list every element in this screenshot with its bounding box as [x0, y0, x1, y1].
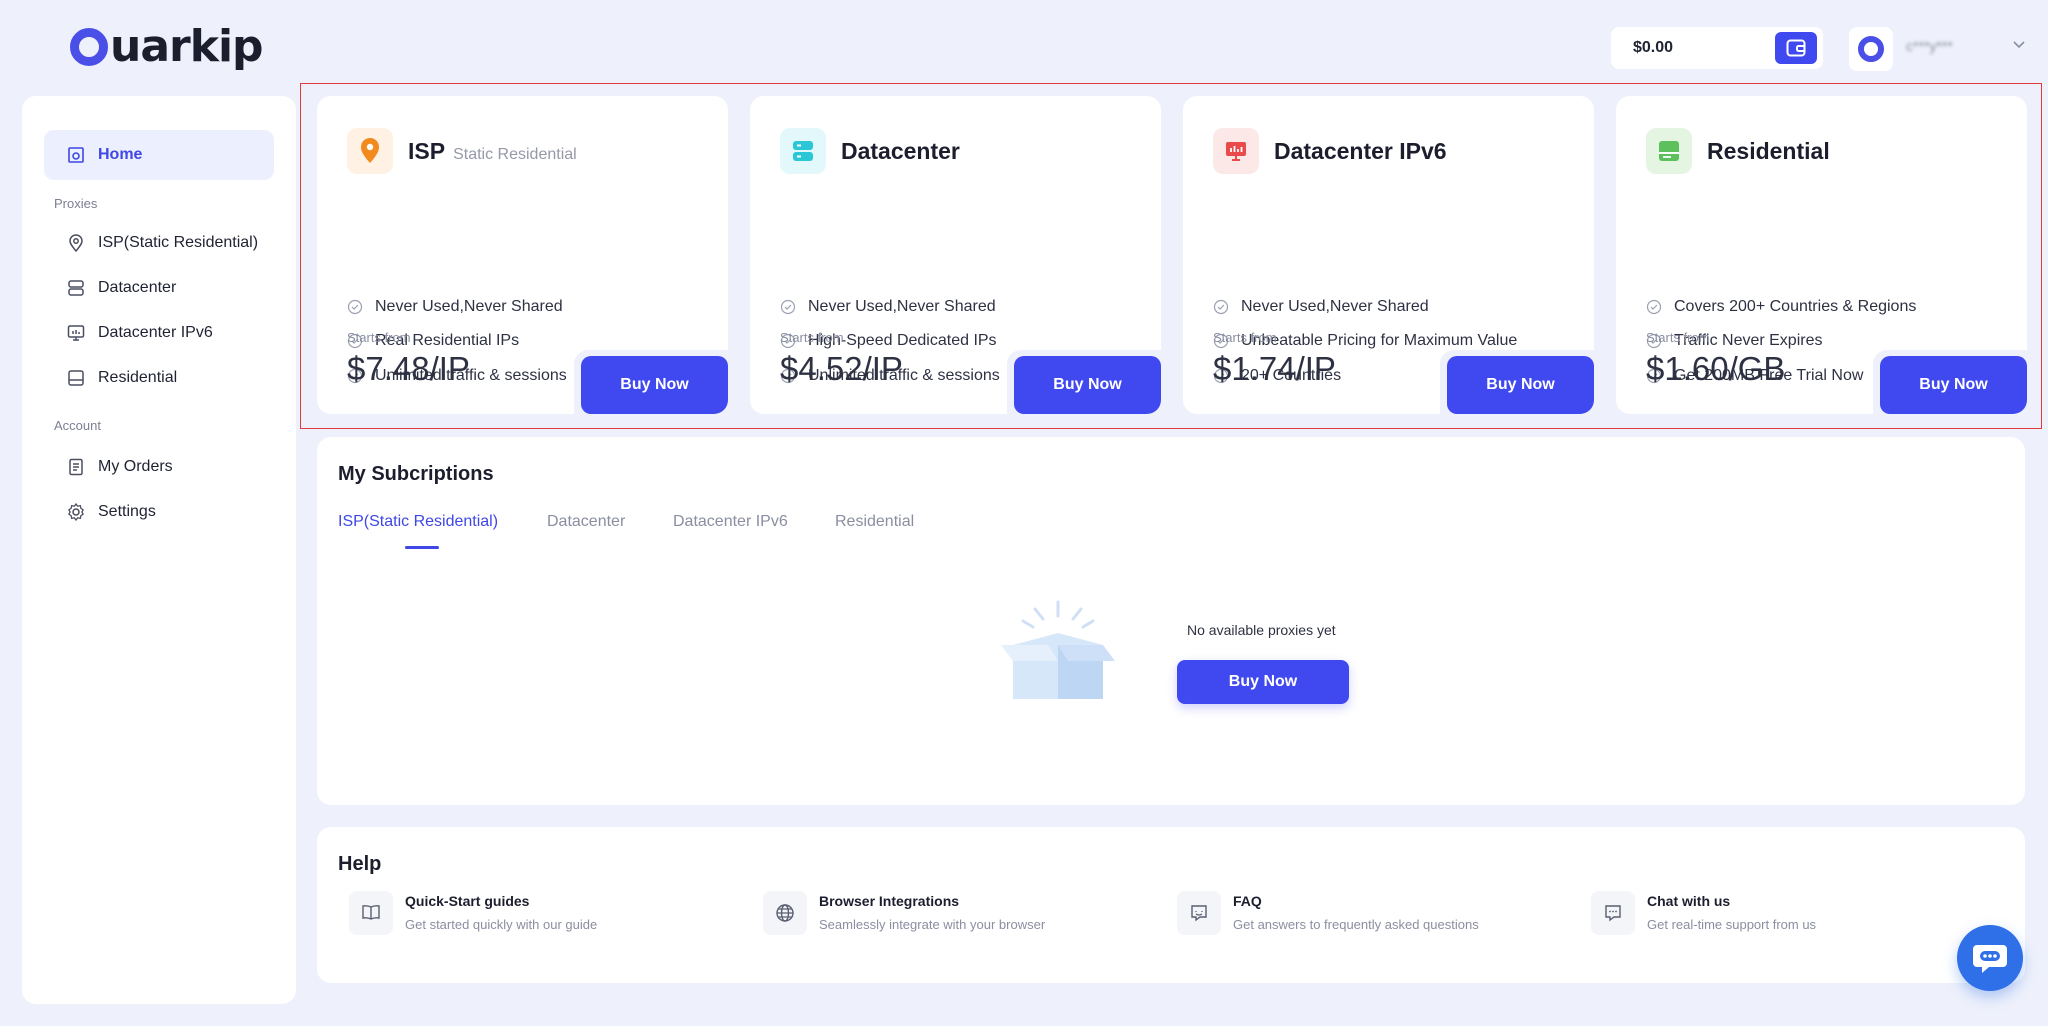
buy-now-button-datacenter-ipv6[interactable]: Buy Now	[1447, 356, 1594, 414]
subscriptions-title: My Subcriptions	[338, 463, 494, 485]
logo[interactable]: uarkip	[70, 20, 264, 72]
active-tab-indicator	[405, 546, 439, 549]
tab-isp[interactable]: ISP(Static Residential)	[338, 513, 498, 531]
empty-state-text: No available proxies yet	[1187, 622, 1336, 638]
server-icon	[68, 280, 84, 296]
starts-from-label: Starts from	[347, 330, 411, 345]
sidebar-item-label: Datacenter IPv6	[98, 324, 213, 341]
help-panel: Help Quick-Start guides Get started quick…	[317, 827, 2025, 983]
avatar[interactable]	[1849, 27, 1893, 71]
tab-datacenter[interactable]: Datacenter	[547, 513, 625, 531]
product-card-isp: ISP Static Residential Never Used,Never S…	[317, 96, 728, 414]
product-price: $1.60/GB	[1646, 350, 1786, 387]
buy-now-button-residential[interactable]: Buy Now	[1880, 356, 2027, 414]
buy-now-button-isp[interactable]: Buy Now	[581, 356, 728, 414]
chevron-down-icon[interactable]	[2012, 40, 2026, 50]
check-circle-icon	[780, 299, 796, 315]
subscriptions-panel: My Subcriptions ISP(Static Residential) …	[317, 437, 2025, 805]
product-price: $7.48/IP	[347, 350, 470, 387]
monitor-icon	[67, 325, 85, 341]
avatar-logo-icon	[1858, 36, 1884, 62]
starts-from-label: Starts from	[1213, 330, 1277, 345]
check-circle-icon	[1646, 299, 1662, 315]
empty-buy-now-button[interactable]: Buy Now	[1177, 660, 1349, 704]
tab-residential[interactable]: Residential	[835, 513, 914, 531]
empty-box-icon	[1001, 600, 1115, 699]
check-circle-icon	[347, 299, 363, 315]
balance-amount: $0.00	[1633, 39, 1674, 56]
help-item-desc: Get real-time support from us	[1647, 917, 1817, 932]
product-card-residential: Residential Covers 200+ Countries & Regi…	[1616, 96, 2027, 414]
help-item-desc: Seamlessly integrate with your browser	[819, 917, 1046, 932]
help-item-faq[interactable]: FAQ Get answers to frequently asked quest…	[1177, 891, 1479, 935]
product-card-datacenter: Datacenter Never Used,Never Shared High-…	[750, 96, 1161, 414]
feature-item: Never Used,Never Shared	[1213, 298, 1429, 316]
chat-icon	[1591, 891, 1635, 935]
help-title: Help	[338, 853, 382, 875]
location-pin-icon	[347, 128, 393, 174]
help-item-desc: Get started quickly with our guide	[405, 917, 598, 932]
feature-item: Covers 200+ Countries & Regions	[1646, 298, 1916, 316]
product-title: Datacenter	[841, 138, 960, 164]
sidebar-item-label: Home	[98, 146, 143, 163]
orders-icon	[69, 458, 83, 476]
sidebar-item-datacenter-ipv6[interactable]: Datacenter IPv6	[44, 308, 274, 358]
chat-bubble-icon	[1973, 945, 2007, 973]
tab-datacenter-ipv6[interactable]: Datacenter IPv6	[673, 513, 788, 531]
sidebar-item-home[interactable]: Home	[44, 130, 274, 180]
help-item-browser-integrations[interactable]: Browser Integrations Seamlessly integrate…	[763, 891, 1045, 935]
product-title: Datacenter IPv6	[1274, 138, 1447, 164]
help-item-desc: Get answers to frequently asked question…	[1233, 917, 1479, 932]
help-item-title: FAQ	[1233, 893, 1262, 909]
sidebar-section-account: Account	[54, 418, 101, 433]
location-pin-icon	[69, 234, 83, 253]
sidebar-item-isp[interactable]: ISP(Static Residential)	[44, 218, 274, 268]
residential-icon	[1646, 128, 1692, 174]
sidebar-item-label: Residential	[98, 369, 178, 386]
sidebar: Home Proxies ISP(Static Residential) Dat…	[22, 96, 296, 1004]
help-item-title: Quick-Start guides	[405, 893, 530, 909]
feature-item: Never Used,Never Shared	[780, 298, 996, 316]
sidebar-section-proxies: Proxies	[54, 196, 98, 211]
sidebar-item-label: My Orders	[98, 458, 173, 475]
gear-icon	[68, 502, 84, 522]
chat-support-button[interactable]	[1957, 925, 2023, 991]
starts-from-label: Starts from	[1646, 330, 1710, 345]
product-subtitle: Static Residential	[453, 146, 577, 163]
server-icon	[780, 128, 826, 174]
wallet-balance: $0.00	[1611, 27, 1823, 69]
sidebar-item-label: ISP(Static Residential)	[98, 234, 259, 251]
globe-icon	[763, 891, 807, 935]
product-title: ISP Static Residential	[408, 138, 577, 164]
wallet-icon	[1786, 39, 1806, 57]
sidebar-item-datacenter[interactable]: Datacenter	[44, 263, 274, 313]
feature-item: Never Used,Never Shared	[347, 298, 563, 316]
sidebar-item-my-orders[interactable]: My Orders	[44, 442, 274, 492]
monitor-icon	[1213, 128, 1259, 174]
book-icon	[349, 891, 393, 935]
sidebar-item-residential[interactable]: Residential	[44, 353, 274, 403]
faq-icon	[1177, 891, 1221, 935]
buy-now-button-datacenter[interactable]: Buy Now	[1014, 356, 1161, 414]
product-title: Residential	[1707, 138, 1830, 164]
help-item-chat[interactable]: Chat with us Get real-time support from u…	[1591, 891, 1816, 935]
sidebar-item-label: Datacenter	[98, 279, 177, 296]
logo-mark-icon	[70, 28, 108, 66]
logo-text: uarkip	[110, 20, 264, 72]
sidebar-item-label: Settings	[98, 503, 156, 520]
product-price: $1.74/IP	[1213, 350, 1336, 387]
wallet-button[interactable]	[1775, 32, 1817, 64]
product-price: $4.52/IP	[780, 350, 903, 387]
starts-from-label: Starts from	[780, 330, 844, 345]
check-circle-icon	[1213, 299, 1229, 315]
help-item-quick-start[interactable]: Quick-Start guides Get started quickly wi…	[349, 891, 597, 935]
product-card-datacenter-ipv6: Datacenter IPv6 Never Used,Never Shared …	[1183, 96, 1594, 414]
home-icon	[68, 147, 84, 163]
sidebar-item-settings[interactable]: Settings	[44, 487, 274, 537]
help-item-title: Chat with us	[1647, 893, 1731, 909]
residential-icon	[68, 370, 84, 386]
username[interactable]: c***y***	[1906, 38, 1998, 54]
help-item-title: Browser Integrations	[819, 893, 960, 909]
